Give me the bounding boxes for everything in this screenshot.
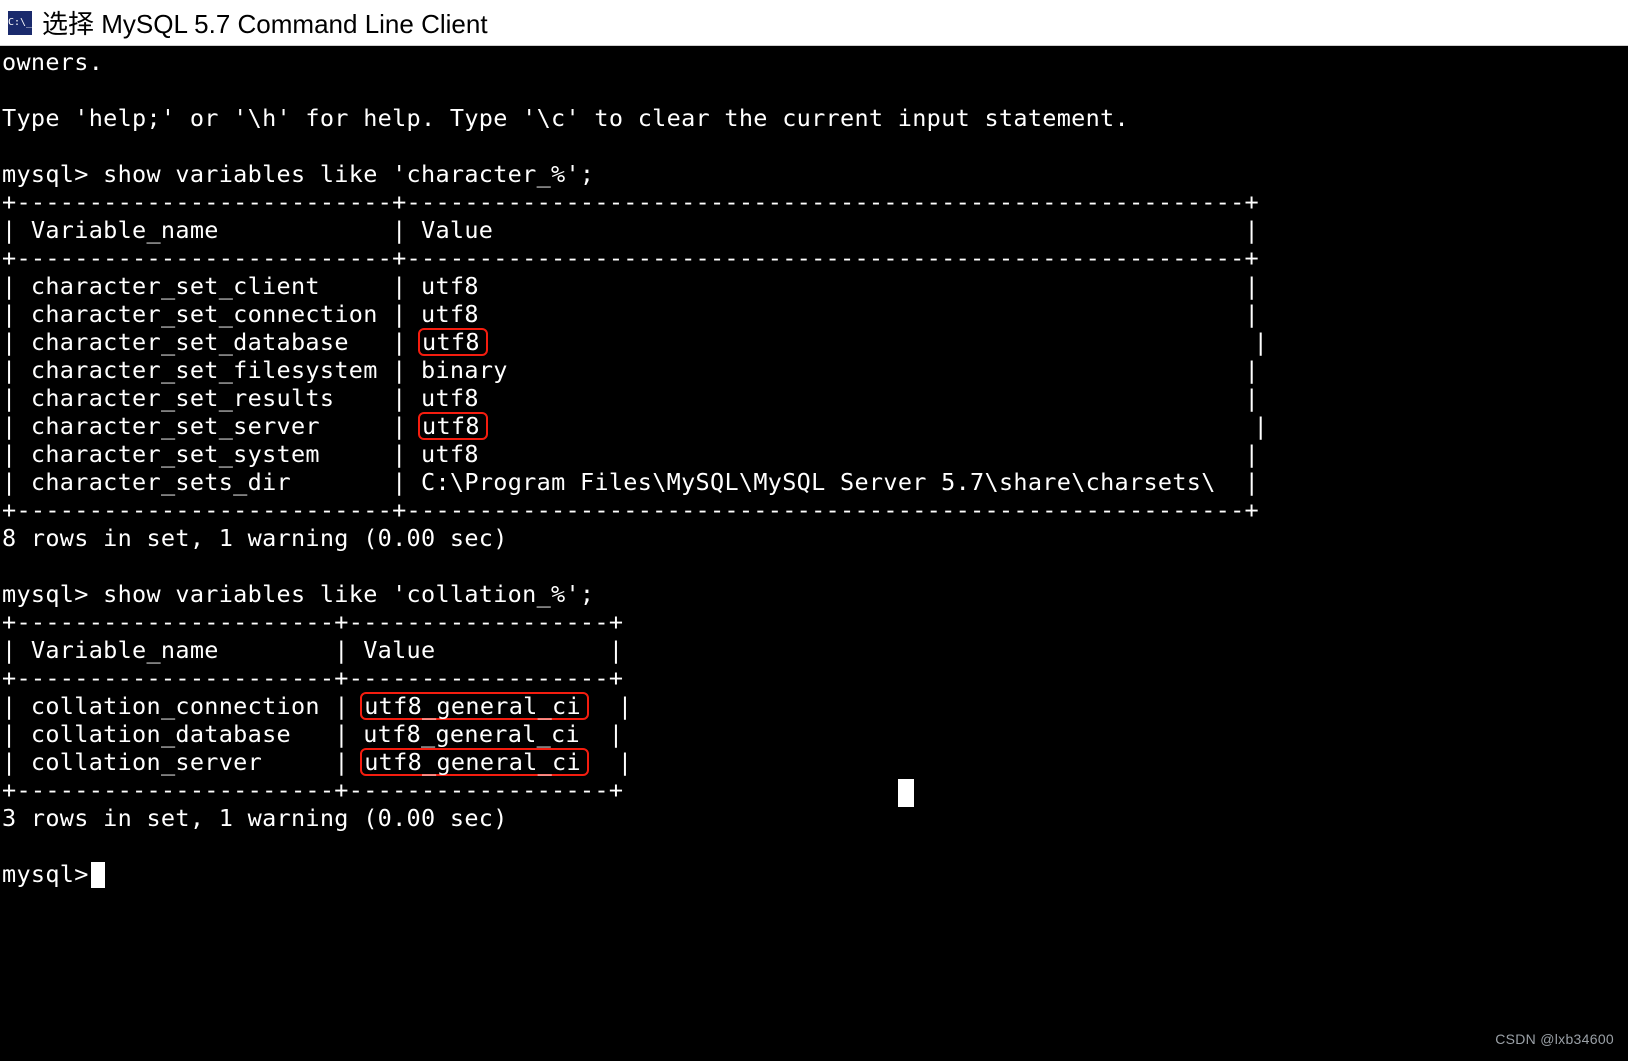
variable-name-cell: character_set_results xyxy=(31,384,378,412)
variable-value-cell: utf8_general_ci xyxy=(363,748,603,776)
variable-name-cell: character_sets_dir xyxy=(31,468,378,496)
variable-name-cell: character_set_filesystem xyxy=(31,356,378,384)
variable-name-cell: collation_connection xyxy=(31,692,320,720)
variable-name-cell: character_set_client xyxy=(31,272,378,300)
variable-value-cell: binary xyxy=(421,356,1230,384)
sql-prompt-line: mysql> show variables like 'character_%'… xyxy=(2,160,594,188)
stray-cursor-block xyxy=(898,779,914,807)
window-title: 选择 MySQL 5.7 Command Line Client xyxy=(42,4,488,41)
highlighted-value: utf8_general_ci xyxy=(360,748,589,776)
sql-prompt-line: mysql> show variables like 'collation_%'… xyxy=(2,580,594,608)
highlighted-value: utf8 xyxy=(418,412,488,440)
mysql-prompt[interactable]: mysql> xyxy=(2,860,89,888)
variable-name-cell: collation_database xyxy=(31,720,320,748)
app-icon xyxy=(8,11,32,35)
variable-name-cell: character_set_system xyxy=(31,440,378,468)
variable-name-cell: character_set_connection xyxy=(31,300,378,328)
app-window: 选择 MySQL 5.7 Command Line Client owners.… xyxy=(0,0,1628,1061)
terminal-output[interactable]: owners. Type 'help;' or '\h' for help. T… xyxy=(0,46,1628,1061)
variable-name-cell: character_set_server xyxy=(31,412,378,440)
variable-value-cell: utf8 xyxy=(421,412,1239,440)
result-footer: 8 rows in set, 1 warning (0.00 sec) xyxy=(2,524,508,552)
text-cursor xyxy=(91,862,105,888)
variable-value-cell: utf8_general_ci xyxy=(363,692,603,720)
variable-value-cell: utf8 xyxy=(421,272,1230,300)
variable-value-cell: utf8 xyxy=(421,384,1230,412)
result-footer: 3 rows in set, 1 warning (0.00 sec) xyxy=(2,804,508,832)
variable-value-cell: utf8_general_ci xyxy=(363,720,594,748)
variable-name-cell: collation_server xyxy=(31,748,320,776)
titlebar[interactable]: 选择 MySQL 5.7 Command Line Client xyxy=(0,0,1628,46)
watermark: CSDN @lxb34600 xyxy=(1495,1025,1614,1053)
variable-value-cell: utf8 xyxy=(421,300,1230,328)
variable-name-cell: character_set_database xyxy=(31,328,378,356)
highlighted-value: utf8_general_ci xyxy=(360,692,589,720)
highlighted-value: utf8 xyxy=(418,328,488,356)
variable-value-cell: utf8 xyxy=(421,328,1239,356)
variable-value-cell: utf8 xyxy=(421,440,1230,468)
variable-value-cell: C:\Program Files\MySQL\MySQL Server 5.7\… xyxy=(421,468,1230,496)
